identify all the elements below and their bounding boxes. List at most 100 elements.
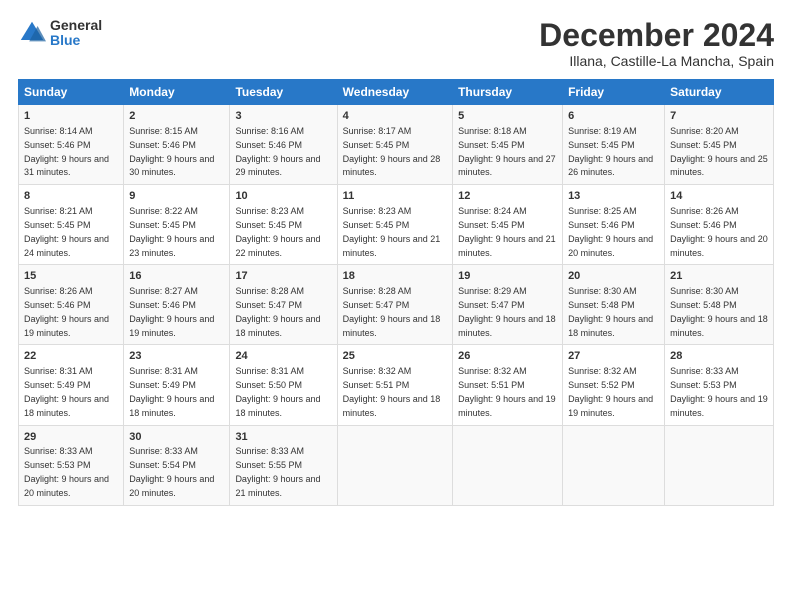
day-info: Sunrise: 8:24 AMSunset: 5:45 PMDaylight:… [458,206,556,257]
day-info: Sunrise: 8:31 AMSunset: 5:49 PMDaylight:… [129,366,214,417]
day-info: Sunrise: 8:32 AMSunset: 5:51 PMDaylight:… [458,366,556,417]
day-cell: 7 Sunrise: 8:20 AMSunset: 5:45 PMDaylight… [665,105,774,185]
day-cell: 26 Sunrise: 8:32 AMSunset: 5:51 PMDayligh… [453,345,563,425]
day-cell: 3 Sunrise: 8:16 AMSunset: 5:46 PMDaylight… [230,105,337,185]
col-header-sunday: Sunday [19,80,124,105]
day-info: Sunrise: 8:33 AMSunset: 5:53 PMDaylight:… [670,366,768,417]
day-cell: 23 Sunrise: 8:31 AMSunset: 5:49 PMDayligh… [124,345,230,425]
day-number: 18 [343,269,447,284]
day-cell: 14Sunrise: 8:26 AMSunset: 5:46 PMDayligh… [665,185,774,265]
day-cell: 22Sunrise: 8:31 AMSunset: 5:49 PMDayligh… [19,345,124,425]
week-row-4: 22 Sunrise: 8:31 AMSunset: 5:49 PMDayligh… [19,345,774,425]
day-number: 29 [24,430,118,445]
day-number: 27 [568,349,659,364]
day-info: Sunrise: 8:23 AMSunset: 5:45 PMDaylight:… [235,206,320,257]
day-info: Sunrise: 8:32 AMSunset: 5:52 PMDaylight:… [568,366,653,417]
logo-icon [18,19,46,47]
col-header-saturday: Saturday [665,80,774,105]
day-cell: 16 Sunrise: 8:27 AMSunset: 5:46 PMDayligh… [124,265,230,345]
week-row-3: 15Sunrise: 8:26 AMSunset: 5:46 PMDayligh… [19,265,774,345]
header: General Blue December 2024 Illana, Casti… [18,18,774,69]
col-header-thursday: Thursday [453,80,563,105]
col-header-monday: Monday [124,80,230,105]
day-number: 11 [343,189,447,204]
day-number: 1 [24,109,118,124]
day-cell: 19 Sunrise: 8:29 AMSunset: 5:47 PMDayligh… [453,265,563,345]
day-cell: 10 Sunrise: 8:23 AMSunset: 5:45 PMDayligh… [230,185,337,265]
title-block: December 2024 Illana, Castille-La Mancha… [539,18,774,69]
day-info: Sunrise: 8:28 AMSunset: 5:47 PMDaylight:… [343,286,441,337]
day-info: Sunrise: 8:23 AMSunset: 5:45 PMDaylight:… [343,206,441,257]
day-cell: 24 Sunrise: 8:31 AMSunset: 5:50 PMDayligh… [230,345,337,425]
day-info: Sunrise: 8:32 AMSunset: 5:51 PMDaylight:… [343,366,441,417]
day-number: 6 [568,109,659,124]
day-cell: 12 Sunrise: 8:24 AMSunset: 5:45 PMDayligh… [453,185,563,265]
day-cell: 9 Sunrise: 8:22 AMSunset: 5:45 PMDaylight… [124,185,230,265]
day-cell: 15Sunrise: 8:26 AMSunset: 5:46 PMDayligh… [19,265,124,345]
day-cell: 11 Sunrise: 8:23 AMSunset: 5:45 PMDayligh… [337,185,452,265]
day-info: Sunrise: 8:29 AMSunset: 5:47 PMDaylight:… [458,286,556,337]
day-number: 8 [24,189,118,204]
page: General Blue December 2024 Illana, Casti… [0,0,792,612]
day-cell: 29Sunrise: 8:33 AMSunset: 5:53 PMDayligh… [19,425,124,505]
day-info: Sunrise: 8:17 AMSunset: 5:45 PMDaylight:… [343,126,441,177]
day-info: Sunrise: 8:20 AMSunset: 5:45 PMDaylight:… [670,126,768,177]
day-number: 14 [670,189,768,204]
logo: General Blue [18,18,102,49]
day-number: 3 [235,109,331,124]
day-number: 30 [129,430,224,445]
day-number: 19 [458,269,557,284]
day-number: 24 [235,349,331,364]
day-cell: 20 Sunrise: 8:30 AMSunset: 5:48 PMDayligh… [563,265,665,345]
day-info: Sunrise: 8:27 AMSunset: 5:46 PMDaylight:… [129,286,214,337]
day-number: 17 [235,269,331,284]
day-number: 4 [343,109,447,124]
day-cell: 30Sunrise: 8:33 AMSunset: 5:54 PMDayligh… [124,425,230,505]
day-info: Sunrise: 8:16 AMSunset: 5:46 PMDaylight:… [235,126,320,177]
day-info: Sunrise: 8:15 AMSunset: 5:46 PMDaylight:… [129,126,214,177]
day-info: Sunrise: 8:33 AMSunset: 5:55 PMDaylight:… [235,446,320,497]
day-number: 12 [458,189,557,204]
day-cell [563,425,665,505]
col-header-tuesday: Tuesday [230,80,337,105]
day-cell [337,425,452,505]
day-info: Sunrise: 8:33 AMSunset: 5:53 PMDaylight:… [24,446,109,497]
day-cell: 28 Sunrise: 8:33 AMSunset: 5:53 PMDayligh… [665,345,774,425]
day-number: 20 [568,269,659,284]
week-row-5: 29Sunrise: 8:33 AMSunset: 5:53 PMDayligh… [19,425,774,505]
day-info: Sunrise: 8:22 AMSunset: 5:45 PMDaylight:… [129,206,214,257]
main-title: December 2024 [539,18,774,53]
day-cell: 6 Sunrise: 8:19 AMSunset: 5:45 PMDaylight… [563,105,665,185]
day-number: 16 [129,269,224,284]
day-number: 7 [670,109,768,124]
week-row-1: 1 Sunrise: 8:14 AMSunset: 5:46 PMDaylight… [19,105,774,185]
day-cell [665,425,774,505]
week-row-2: 8Sunrise: 8:21 AMSunset: 5:45 PMDaylight… [19,185,774,265]
day-number: 15 [24,269,118,284]
day-number: 9 [129,189,224,204]
day-cell: 13Sunrise: 8:25 AMSunset: 5:46 PMDayligh… [563,185,665,265]
day-info: Sunrise: 8:31 AMSunset: 5:50 PMDaylight:… [235,366,320,417]
day-number: 31 [235,430,331,445]
day-number: 23 [129,349,224,364]
day-number: 22 [24,349,118,364]
day-number: 26 [458,349,557,364]
day-cell: 5Sunrise: 8:18 AMSunset: 5:45 PMDaylight… [453,105,563,185]
day-cell: 17Sunrise: 8:28 AMSunset: 5:47 PMDayligh… [230,265,337,345]
day-number: 28 [670,349,768,364]
day-cell: 1 Sunrise: 8:14 AMSunset: 5:46 PMDaylight… [19,105,124,185]
col-header-wednesday: Wednesday [337,80,452,105]
day-info: Sunrise: 8:14 AMSunset: 5:46 PMDaylight:… [24,126,109,177]
day-info: Sunrise: 8:19 AMSunset: 5:45 PMDaylight:… [568,126,653,177]
day-cell [453,425,563,505]
day-number: 2 [129,109,224,124]
calendar-table: SundayMondayTuesdayWednesdayThursdayFrid… [18,79,774,505]
header-row: SundayMondayTuesdayWednesdayThursdayFrid… [19,80,774,105]
day-info: Sunrise: 8:30 AMSunset: 5:48 PMDaylight:… [568,286,653,337]
day-number: 25 [343,349,447,364]
day-cell: 27 Sunrise: 8:32 AMSunset: 5:52 PMDayligh… [563,345,665,425]
day-number: 10 [235,189,331,204]
day-info: Sunrise: 8:33 AMSunset: 5:54 PMDaylight:… [129,446,214,497]
day-cell: 31Sunrise: 8:33 AMSunset: 5:55 PMDayligh… [230,425,337,505]
day-number: 21 [670,269,768,284]
